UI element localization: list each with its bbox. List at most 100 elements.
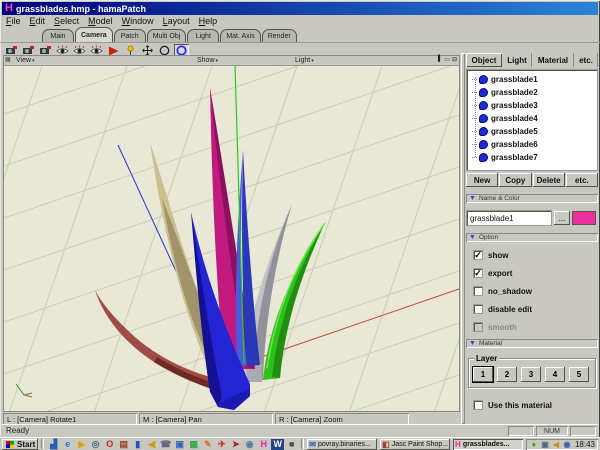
list-item[interactable]: grassblade2	[467, 86, 597, 99]
antivirus-tray-icon[interactable]: ●	[529, 439, 539, 450]
phone-icon[interactable]: ☎	[159, 439, 172, 450]
tab-object[interactable]: Object	[466, 53, 502, 67]
section-name-color[interactable]: ▼ Name & Color	[466, 194, 598, 203]
new-button[interactable]: New	[466, 173, 498, 187]
layer-3-button[interactable]: 3	[521, 367, 541, 382]
list-item[interactable]: grassblade7	[467, 151, 597, 164]
hamapatch-icon[interactable]: H	[257, 439, 270, 450]
menu-item-select[interactable]: Select	[54, 16, 79, 26]
object-icon	[479, 88, 488, 97]
battery-icon[interactable]: ▮	[131, 439, 144, 450]
status-bar: Ready NUM	[2, 424, 598, 436]
tab-multi-obj[interactable]: Multi Obj	[147, 29, 187, 42]
tree-line	[475, 77, 476, 157]
layer-label: Layer	[474, 354, 499, 363]
pane-restore-icon[interactable]: ▭	[444, 56, 450, 63]
list-item[interactable]: grassblade6	[467, 138, 597, 151]
checkbox-use-material[interactable]: Use this material	[473, 400, 598, 410]
bird-icon[interactable]: ➤	[229, 439, 242, 450]
menu-item-model[interactable]: Model	[88, 16, 113, 26]
object-name-input[interactable]	[466, 210, 552, 226]
task-povray[interactable]: ✉povray.binaries...	[307, 439, 377, 450]
tray-clock: 18:43	[575, 440, 595, 449]
display-tray-icon[interactable]: ▣	[540, 439, 550, 450]
tab-etc[interactable]: etc.	[574, 53, 598, 67]
pane-maximize-icon[interactable]: ⊟	[452, 56, 457, 63]
tab-camera[interactable]: Camera	[75, 27, 113, 42]
layer-4-button[interactable]: 4	[545, 367, 565, 382]
menu-item-layout[interactable]: Layout	[163, 16, 190, 26]
layer-1-button[interactable]: 1	[473, 367, 493, 382]
plane-icon[interactable]: ✈	[215, 439, 228, 450]
tab-light[interactable]: Light	[187, 29, 219, 42]
pencil-icon[interactable]: ✎	[201, 439, 214, 450]
delete-button[interactable]: Delete	[533, 173, 565, 187]
layer-group: Layer 1 2 3 4 5	[468, 358, 596, 388]
checkbox-disable-edit[interactable]: disable edit	[473, 304, 598, 314]
grassblade-green	[263, 223, 325, 380]
tab-render[interactable]: Render	[262, 29, 297, 42]
tab-material[interactable]: Material	[532, 53, 574, 67]
object-panel: Object Light Material etc. grassblade1 g…	[466, 53, 598, 424]
copy-button[interactable]: Copy	[499, 173, 531, 187]
object-icon	[479, 127, 488, 136]
scheduler-tray-icon[interactable]: ◉	[562, 439, 572, 450]
volume-tray-icon[interactable]: ◀	[551, 439, 561, 450]
grid-app-icon[interactable]: ▦	[187, 439, 200, 450]
tab-main[interactable]: Main	[42, 29, 74, 42]
menu-item-edit[interactable]: Edit	[30, 16, 46, 26]
clock-app-icon[interactable]: ◉	[243, 439, 256, 450]
show-dropdown[interactable]: Show▾	[197, 57, 218, 64]
play-icon[interactable]: ▶	[75, 439, 88, 450]
list-item[interactable]: grassblade4	[467, 112, 597, 125]
tab-mat-axis[interactable]: Mat. Axis	[220, 29, 260, 42]
tab-light-panel[interactable]: Light	[502, 53, 532, 67]
checkbox-export[interactable]: ✓export	[473, 268, 598, 278]
checkbox-no-shadow[interactable]: no_shadow	[473, 286, 598, 296]
graph-icon[interactable]: ▟	[47, 439, 60, 450]
section-option[interactable]: ▼ Option	[466, 233, 598, 242]
menu-item-file[interactable]: File	[6, 16, 21, 26]
menu-item-window[interactable]: Window	[122, 16, 154, 26]
task-grassblades[interactable]: Hgrassblades...	[453, 439, 523, 450]
monitor-icon[interactable]: ▣	[173, 439, 186, 450]
window-title: grassblades.hmp - hamaPatch	[16, 4, 146, 14]
view-dropdown[interactable]: View▾	[16, 57, 35, 64]
list-item[interactable]: grassblade3	[467, 99, 597, 112]
pane-split-icon[interactable]: ▌	[438, 56, 442, 63]
word-icon[interactable]: W	[271, 439, 284, 450]
viewport-grid-icon[interactable]: ▦	[5, 57, 11, 64]
package-icon[interactable]: ▤	[117, 439, 130, 450]
search-icon[interactable]: ◎	[89, 439, 102, 450]
opera-icon[interactable]: O	[103, 439, 116, 450]
speaker-icon[interactable]: ◀	[145, 439, 158, 450]
panel-splitter[interactable]	[461, 53, 465, 424]
paintshop-icon: ◧	[382, 440, 390, 449]
system-tray: ●▣◀◉ 18:43	[526, 439, 598, 450]
caps-indicator	[508, 426, 534, 436]
chevron-down-icon: ▾	[311, 58, 314, 64]
viewport-canvas[interactable]	[4, 66, 459, 411]
list-item[interactable]: grassblade5	[467, 125, 597, 138]
taskbar-divider	[301, 439, 304, 449]
newsgroup-icon: ✉	[309, 440, 316, 449]
menu-item-help[interactable]: Help	[199, 16, 218, 26]
etc-button[interactable]: etc.	[566, 173, 598, 187]
layer-5-button[interactable]: 5	[569, 367, 589, 382]
list-item[interactable]: grassblade1	[467, 73, 597, 86]
grassblade-royalblue	[236, 150, 260, 366]
object-icon	[479, 101, 488, 110]
color-browse-button[interactable]: ...	[554, 211, 570, 225]
checkbox-show[interactable]: ✓show	[473, 250, 598, 260]
light-dropdown[interactable]: Light▾	[295, 57, 314, 64]
layer-2-button[interactable]: 2	[497, 367, 517, 382]
color-swatch[interactable]	[572, 211, 596, 225]
start-button[interactable]: Start	[2, 439, 38, 450]
chevron-down-icon: ▾	[216, 58, 219, 64]
folder-icon[interactable]: ■	[285, 439, 298, 450]
collapse-triangle-icon: ▼	[469, 195, 476, 202]
section-material[interactable]: ▼ Material	[466, 339, 598, 348]
task-paint-shop[interactable]: ◧Jasc Paint Shop...	[380, 439, 450, 450]
tab-patch[interactable]: Patch	[114, 29, 146, 42]
ie-icon[interactable]: e	[61, 439, 74, 450]
